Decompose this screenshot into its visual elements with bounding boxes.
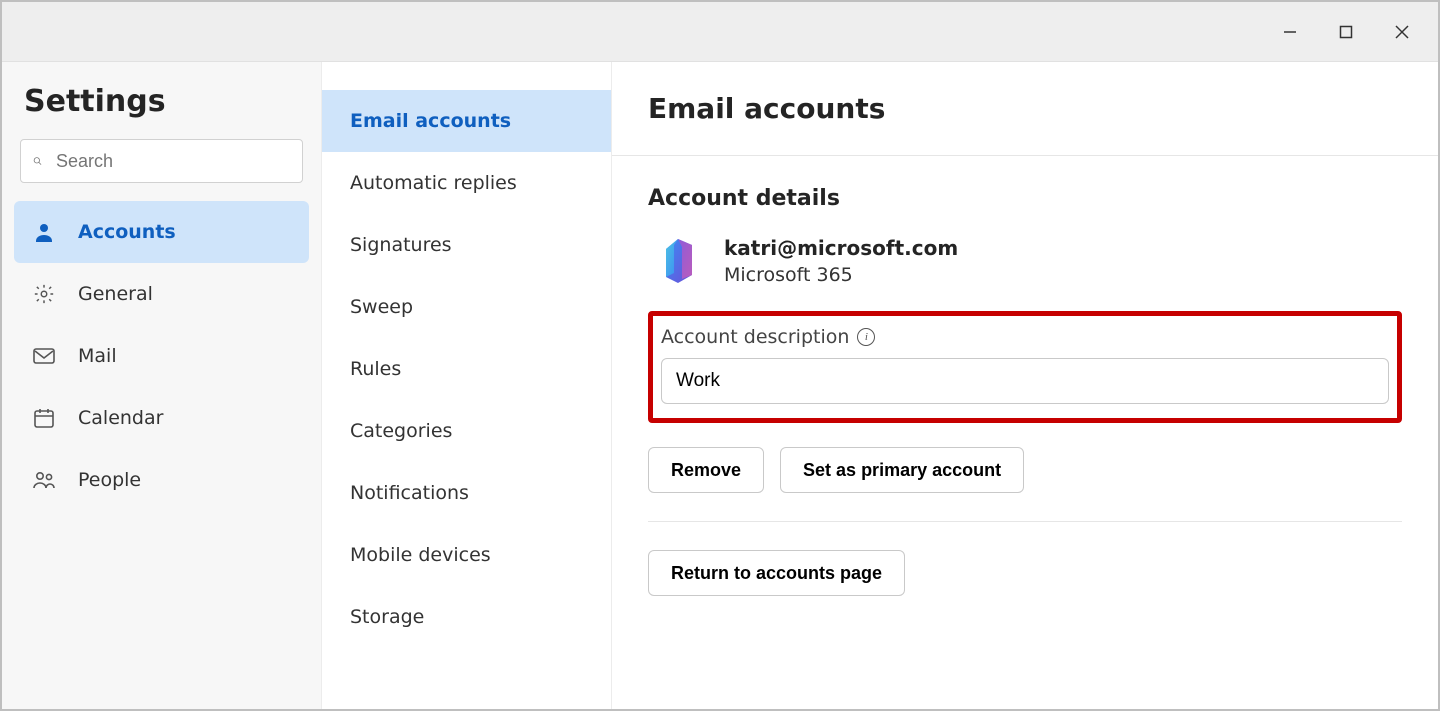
sidebar-item-people[interactable]: People — [14, 449, 309, 511]
subnav-item-label: Automatic replies — [350, 172, 517, 194]
sidebar-item-label: Accounts — [78, 221, 176, 243]
account-description-label-row: Account description i — [661, 326, 1389, 348]
button-label: Remove — [671, 460, 741, 481]
window-close-button[interactable] — [1374, 10, 1430, 54]
subnav-item-label: Categories — [350, 420, 452, 442]
main-panel: Email accounts Account details — [612, 62, 1438, 709]
settings-window: Settings Accounts General — [0, 0, 1440, 711]
account-text: katri@microsoft.com Microsoft 365 — [724, 236, 958, 286]
account-type: Microsoft 365 — [724, 264, 958, 286]
secondary-sidebar: Email accounts Automatic replies Signatu… — [322, 62, 612, 709]
account-description-label: Account description — [661, 326, 849, 348]
close-icon — [1394, 24, 1410, 40]
subnav-item-notifications[interactable]: Notifications — [322, 462, 611, 524]
sidebar-item-label: General — [78, 283, 153, 305]
subnav-item-label: Notifications — [350, 482, 469, 504]
subnav-item-categories[interactable]: Categories — [322, 400, 611, 462]
page-title: Email accounts — [648, 92, 1402, 125]
primary-sidebar: Settings Accounts General — [2, 62, 322, 709]
sidebar-item-label: People — [78, 469, 141, 491]
header-divider — [612, 155, 1438, 156]
minimize-icon — [1283, 25, 1297, 39]
account-summary: katri@microsoft.com Microsoft 365 — [648, 235, 1402, 287]
search-input[interactable] — [54, 150, 290, 173]
return-button[interactable]: Return to accounts page — [648, 550, 905, 596]
search-icon — [33, 151, 42, 171]
settings-heading: Settings — [24, 84, 309, 119]
subnav-item-automatic-replies[interactable]: Automatic replies — [322, 152, 611, 214]
maximize-icon — [1339, 25, 1353, 39]
sidebar-item-label: Calendar — [78, 407, 163, 429]
subnav-item-storage[interactable]: Storage — [322, 586, 611, 648]
sidebar-item-general[interactable]: General — [14, 263, 309, 325]
remove-button[interactable]: Remove — [648, 447, 764, 493]
subnav-item-signatures[interactable]: Signatures — [322, 214, 611, 276]
subnav-item-label: Sweep — [350, 296, 413, 318]
section-divider — [648, 521, 1402, 522]
subnav-item-mobile-devices[interactable]: Mobile devices — [322, 524, 611, 586]
subnav-item-email-accounts[interactable]: Email accounts — [322, 90, 611, 152]
person-icon — [32, 221, 56, 243]
button-label: Return to accounts page — [671, 563, 882, 584]
gear-icon — [32, 283, 56, 305]
subnav-item-label: Mobile devices — [350, 544, 491, 566]
window-maximize-button[interactable] — [1318, 10, 1374, 54]
sidebar-item-accounts[interactable]: Accounts — [14, 201, 309, 263]
info-icon[interactable]: i — [857, 328, 875, 346]
subnav-item-rules[interactable]: Rules — [322, 338, 611, 400]
subnav-item-label: Email accounts — [350, 110, 511, 132]
button-label: Set as primary account — [803, 460, 1001, 481]
section-title: Account details — [648, 186, 1402, 211]
search-box[interactable] — [20, 139, 303, 183]
microsoft-365-logo-icon — [652, 235, 704, 287]
subnav-item-label: Rules — [350, 358, 401, 380]
account-description-highlight: Account description i — [648, 311, 1402, 423]
sidebar-item-mail[interactable]: Mail — [14, 325, 309, 387]
sidebar-item-calendar[interactable]: Calendar — [14, 387, 309, 449]
account-description-input[interactable] — [661, 358, 1389, 404]
people-icon — [32, 470, 56, 490]
sidebar-item-label: Mail — [78, 345, 117, 367]
account-email: katri@microsoft.com — [724, 236, 958, 260]
set-primary-button[interactable]: Set as primary account — [780, 447, 1024, 493]
subnav-item-label: Signatures — [350, 234, 452, 256]
window-minimize-button[interactable] — [1262, 10, 1318, 54]
window-titlebar — [2, 2, 1438, 62]
account-actions-row: Remove Set as primary account — [648, 447, 1402, 493]
calendar-icon — [32, 407, 56, 429]
mail-icon — [32, 348, 56, 364]
subnav-item-sweep[interactable]: Sweep — [322, 276, 611, 338]
subnav-item-label: Storage — [350, 606, 424, 628]
